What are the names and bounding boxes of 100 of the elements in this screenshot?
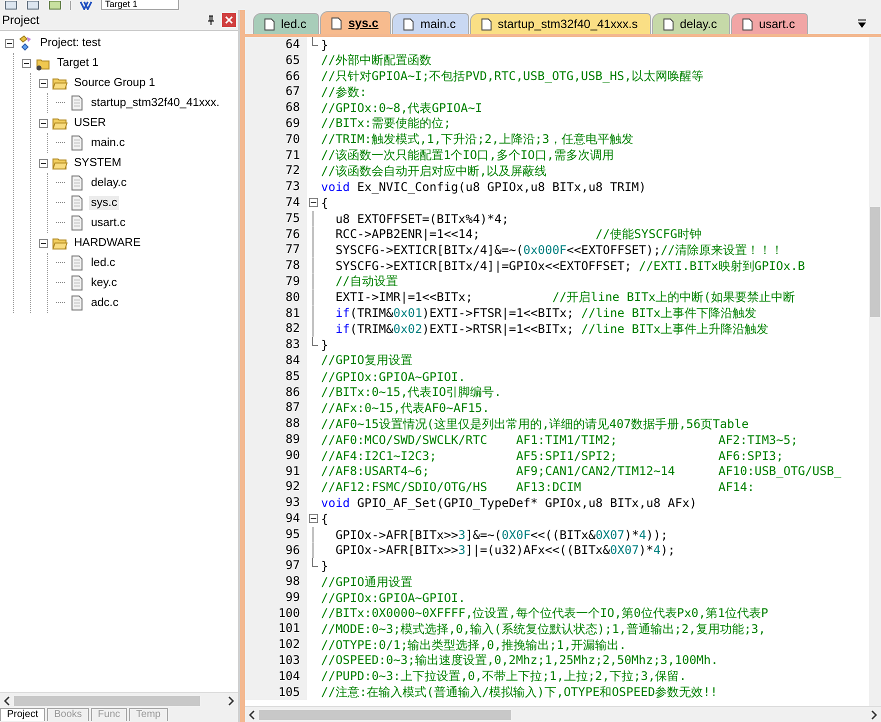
file-tab[interactable]: main.c — [392, 13, 469, 34]
toolbar-icon[interactable] — [79, 1, 93, 10]
file-tab[interactable]: startup_stm32f40_41xxx.s — [470, 13, 651, 34]
line-number: 85 — [245, 368, 307, 385]
line-number: 75 — [245, 210, 307, 227]
file-icon — [69, 95, 85, 111]
horizontal-scrollbar[interactable] — [0, 692, 238, 708]
file-tab[interactable]: usart.c — [730, 13, 808, 34]
close-button[interactable] — [222, 13, 236, 27]
code-line: //BITx:需要使能的位; — [320, 115, 451, 132]
file-icon — [69, 135, 85, 151]
line-number: 68 — [245, 100, 307, 116]
tree-item[interactable]: Source Group 1 — [72, 76, 158, 90]
scroll-right-icon[interactable] — [870, 710, 878, 720]
vertical-scrollbar[interactable] — [869, 37, 881, 706]
file-tab[interactable]: sys.c — [320, 11, 392, 34]
line-number: 64 — [245, 37, 307, 53]
code-line: SYSCFG->EXTICR[BITx/4]|=GPIOx<<EXTOFFSET; //EXTI.BITx映射到GPIOx.B — [334, 258, 805, 275]
tree-item[interactable]: adc.c — [89, 296, 120, 310]
tree-item[interactable]: main.c — [89, 136, 127, 150]
tree-item[interactable]: key.c — [89, 276, 119, 290]
line-number: 89 — [245, 432, 307, 448]
code-line: //GPIO复用设置 — [320, 352, 412, 370]
code-line: //PUPD:0~3:上下拉设置,0,不带上下拉;1,上拉;2,下拉;3,保留. — [320, 668, 686, 686]
line-number: 93 — [245, 495, 307, 511]
line-number: 97 — [245, 558, 307, 574]
line-number: 87 — [245, 400, 307, 416]
code-line: //AF4:I2C1~I2C3; AF5:SPI1/SPI2; AF6:SPI3; — [320, 448, 784, 463]
code-line: { — [320, 512, 328, 526]
panel-title: Project — [2, 13, 40, 27]
line-number: 65 — [245, 52, 307, 69]
code-line: //GPIOx:GPIOA~GPIOI. — [320, 590, 466, 605]
tree-item[interactable]: USER — [72, 116, 108, 130]
code-line: } — [320, 559, 328, 574]
code-line: //OTYPE:0/1;输出类型选择,0,推挽输出;1,开漏输出. — [320, 636, 626, 654]
code-line: //该函数一次只能配置1个IO口,多个IO口,需多次调用 — [320, 146, 614, 164]
code-line: GPIOx->AFR[BITx>>3]|=(u32)AFx<<((BITx&0X07)*4); — [334, 543, 676, 558]
file-tab[interactable]: delay.c — [652, 13, 730, 34]
line-number: 76 — [245, 226, 307, 242]
fold-icon[interactable] — [308, 514, 318, 524]
file-icon — [331, 16, 342, 30]
pin-icon[interactable] — [206, 15, 216, 25]
dropdown-icon[interactable] — [857, 18, 867, 28]
tree-item[interactable]: usart.c — [89, 216, 128, 230]
line-number: 104 — [245, 668, 307, 685]
tree-item[interactable]: Target 1 — [55, 56, 101, 70]
collapse-icon[interactable] — [39, 238, 48, 248]
target-dropdown[interactable]: Target 1 — [101, 0, 179, 10]
tree-item[interactable]: startup_stm32f40_41xxx. — [89, 96, 222, 110]
collapse-icon[interactable] — [39, 78, 48, 88]
collapse-icon[interactable] — [39, 118, 48, 128]
collapse-icon[interactable] — [39, 158, 48, 168]
file-tab[interactable]: led.c — [253, 13, 320, 34]
line-number: 90 — [245, 448, 307, 464]
file-icon — [69, 195, 85, 211]
code-line: //AF0~15设置情况(这里仅是列出常用的,详细的请见407数据手册,56页Table — [320, 416, 749, 433]
scroll-left-icon[interactable] — [248, 710, 256, 720]
code-line: //参数: — [320, 84, 367, 101]
line-number: 79 — [245, 274, 307, 290]
file-icon — [480, 18, 492, 30]
code-line: //只针对GPIOA~I;不包括PVD,RTC,USB_OTG,USB_HS,以太网唤醒等 — [320, 68, 704, 85]
tree-item[interactable]: SYSTEM — [72, 156, 124, 170]
line-number: 86 — [245, 384, 307, 400]
line-number: 78 — [245, 258, 307, 274]
code-line: //外部中断配置函数 — [320, 52, 432, 70]
code-line: //BITx:0~15,代表IO引脚编号. — [320, 384, 502, 401]
code-line: } — [320, 38, 328, 52]
fold-icon[interactable] — [308, 198, 318, 208]
line-number: 72 — [245, 163, 307, 180]
line-number: 94 — [245, 510, 307, 527]
line-number: 95 — [245, 526, 307, 542]
code-line: //GPIOx:0~8,代表GPIOA~I — [320, 100, 482, 117]
tree-item[interactable]: led.c — [89, 256, 118, 270]
line-number: 103 — [245, 653, 307, 669]
code-line: SYSCFG->EXTICR[BITx/4]&=~(0x000F<<EXTOFFSET);//清除原来设置！！！ — [334, 242, 784, 259]
horizontal-scrollbar[interactable] — [245, 706, 881, 722]
tree-item[interactable]: HARDWARE — [72, 236, 143, 250]
tree-item[interactable]: delay.c — [89, 176, 129, 190]
code-line: if(TRIM&0x02)EXTI->RTSR|=1<<BITx; //line BITx上事件上升降沿触发 — [334, 320, 769, 338]
line-number: 77 — [245, 242, 307, 258]
scroll-left-icon[interactable] — [3, 696, 11, 706]
panel-tab[interactable]: Project — [0, 708, 46, 721]
project-icon — [18, 35, 34, 51]
collapse-icon[interactable] — [22, 58, 31, 68]
collapse-icon[interactable] — [5, 38, 14, 48]
code-line: //AF0:MCO/SWD/SWCLK/RTC AF1:TIM1/TIM2; AF2:TIM3~5; — [320, 432, 798, 447]
tree-item[interactable]: Project: test — [38, 36, 103, 50]
code-line: //自动设置 — [334, 273, 398, 290]
code-line: //TRIM:触发模式,1,下升沿;2,上降沿;3，任意电平触发 — [320, 131, 634, 148]
file-icon — [742, 18, 753, 30]
line-number: 105 — [245, 684, 307, 700]
code-line: GPIOx->AFR[BITx>>3]&=~(0X0F<<((BITx&0X07)*4)); — [334, 528, 668, 542]
code-line: if(TRIM&0x01)EXTI->FTSR|=1<<BITx; //line BITx上事件下降沿触发 — [334, 304, 757, 322]
line-number: 99 — [245, 590, 307, 606]
code-line: //MODE:0~3;模式选择,0,输入(系统复位默认状态);1,普通输出;2,复用功能;3, — [320, 620, 766, 638]
scroll-right-icon[interactable] — [227, 696, 235, 706]
code-line: } — [320, 338, 328, 352]
code-line: //GPIO通用设置 — [320, 574, 412, 590]
line-number: 83 — [245, 337, 307, 353]
tree-item[interactable]: sys.c — [89, 196, 120, 210]
